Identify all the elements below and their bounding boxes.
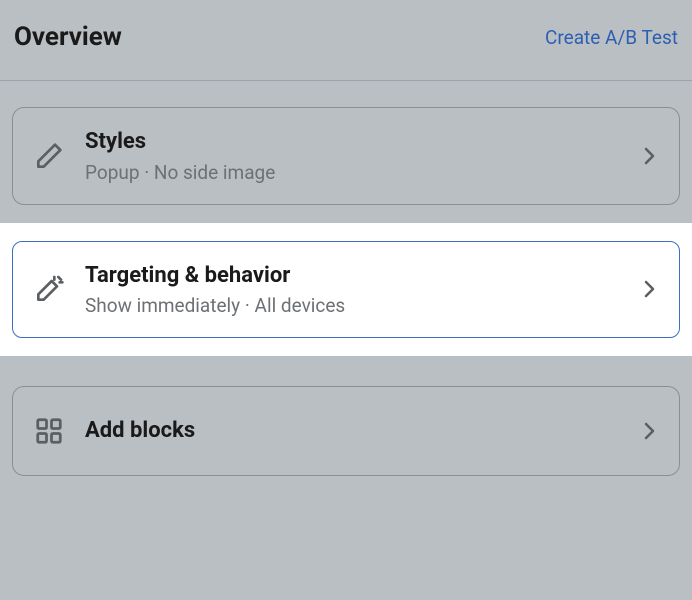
blocks-icon [31, 413, 67, 449]
header: Overview Create A/B Test [0, 0, 692, 81]
content: Styles Popup · No side image Targeting &… [0, 107, 692, 476]
card-styles-subtitle: Popup · No side image [85, 161, 637, 184]
card-targeting-title: Targeting & behavior [85, 262, 637, 291]
card-styles-title: Styles [85, 128, 637, 157]
card-styles[interactable]: Styles Popup · No side image [12, 107, 680, 205]
targeting-highlight-wrap: Targeting & behavior Show immediately · … [0, 223, 692, 357]
card-blocks-body: Add blocks [85, 417, 637, 446]
magic-wand-icon [31, 271, 67, 307]
pencil-icon [31, 138, 67, 174]
chevron-right-icon [637, 277, 661, 301]
create-ab-test-link[interactable]: Create A/B Test [545, 26, 678, 49]
chevron-right-icon [637, 144, 661, 168]
card-add-blocks[interactable]: Add blocks [12, 386, 680, 476]
card-blocks-title: Add blocks [85, 417, 637, 446]
card-targeting-body: Targeting & behavior Show immediately · … [85, 262, 637, 318]
card-targeting-subtitle: Show immediately · All devices [85, 294, 637, 317]
chevron-right-icon [637, 419, 661, 443]
card-styles-body: Styles Popup · No side image [85, 128, 637, 184]
card-targeting[interactable]: Targeting & behavior Show immediately · … [12, 241, 680, 339]
page-title: Overview [14, 22, 122, 52]
